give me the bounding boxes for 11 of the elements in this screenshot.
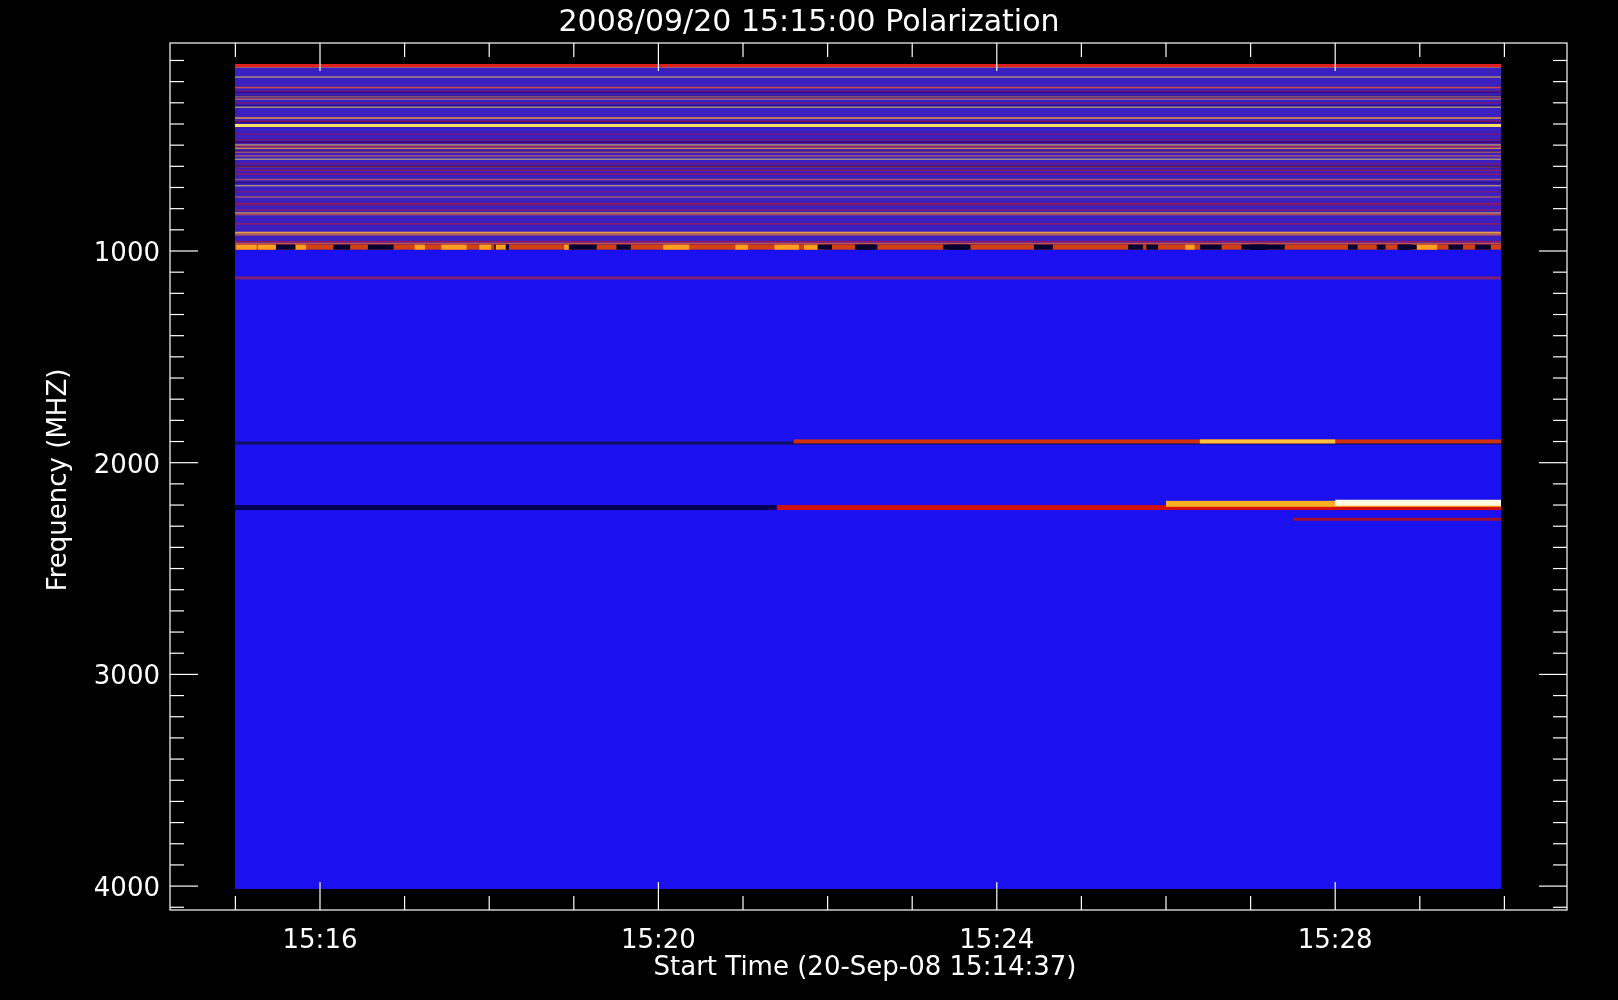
- y-tick-label: 4000: [93, 872, 160, 903]
- x-axis-label: Start Time (20-Sep-08 15:14:37): [653, 951, 1077, 981]
- x-tick-label: 15:24: [959, 924, 1035, 954]
- x-tick-label: 15:28: [1297, 924, 1373, 954]
- y-axis-label: Frequency (MHZ): [42, 368, 72, 592]
- chart-title: 2008/09/20 15:15:00 Polarization: [558, 3, 1060, 38]
- x-tick-label: 15:20: [620, 924, 696, 954]
- y-tick-label: 3000: [93, 660, 160, 691]
- y-tick-label: 2000: [93, 448, 160, 479]
- y-tick-label: 1000: [93, 237, 160, 267]
- x-tick-label: 15:16: [282, 924, 358, 954]
